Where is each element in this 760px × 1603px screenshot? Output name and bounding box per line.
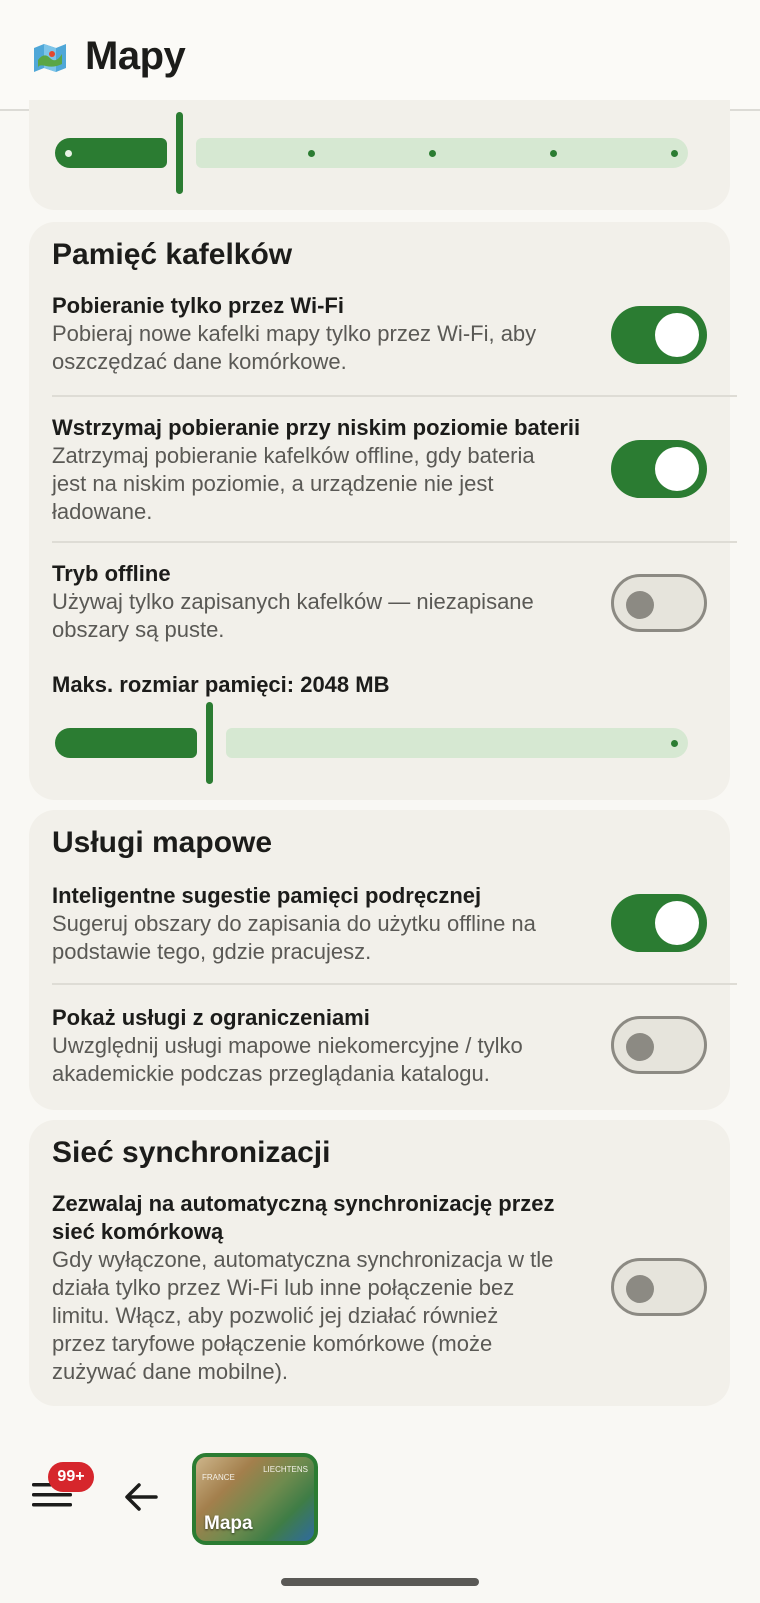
bottom-bar <box>0 1410 760 1603</box>
divider <box>52 395 737 397</box>
offline-mode-desc-2: obszary są puste. <box>52 617 225 642</box>
app-bar: Mapy <box>0 0 760 111</box>
top-slider[interactable] <box>55 112 688 194</box>
divider <box>52 541 737 543</box>
cellular-sync-desc-3: limitu. Włącz, aby pozwolić jej działać … <box>52 1303 499 1328</box>
divider <box>52 983 737 985</box>
section-title-sync-network: Sieć synchronizacji <box>52 1136 331 1169</box>
smart-cache-desc-2: podstawie tego, gdzie pracujesz. <box>52 939 372 964</box>
max-size-slider[interactable] <box>55 702 688 784</box>
map-services-card: Usługi mapowe Inteligentne sugestie pami… <box>29 810 737 1110</box>
offline-mode-switch[interactable] <box>611 574 707 632</box>
low-battery-desc-2: jest na niskim poziomie, a urządzenie ni… <box>52 471 494 496</box>
wifi-only-switch[interactable] <box>611 306 707 364</box>
low-battery-desc-1: Zatrzymaj pobieranie kafelków offline, g… <box>52 443 535 468</box>
map-thumb-text-1: FRANCE <box>202 1473 235 1482</box>
cellular-sync-desc-5: zużywać dane mobilne). <box>52 1359 289 1384</box>
cellular-sync-desc-2: działa tylko przez Wi-Fi lub inne połącz… <box>52 1275 515 1300</box>
max-size-label: Maks. rozmiar pamięci: 2048 MB <box>52 672 390 697</box>
sync-network-card: Sieć synchronizacji Zezwalaj na automaty… <box>29 1120 730 1406</box>
map-thumb-text-2: LIECHTENS <box>263 1465 308 1474</box>
section-title-tile-cache: Pamięć kafelków <box>52 238 293 271</box>
arrow-left-icon[interactable] <box>124 1482 158 1512</box>
smart-cache-switch[interactable] <box>611 894 707 952</box>
top-settings-card <box>29 100 730 210</box>
cellular-sync-desc-4: przez taryfowe połączenie komórkowe (moż… <box>52 1331 493 1356</box>
cellular-sync-title-1: Zezwalaj na automatyczną synchronizację … <box>52 1191 555 1216</box>
offline-mode-title: Tryb offline <box>52 561 171 586</box>
map-icon <box>34 44 66 72</box>
top-slider-thumb[interactable] <box>176 112 183 194</box>
wifi-only-desc-2: oszczędzać dane komórkowe. <box>52 349 347 374</box>
section-title-map-services: Usługi mapowe <box>52 826 273 859</box>
map-thumb-label: Mapa <box>204 1513 253 1534</box>
home-indicator[interactable] <box>281 1578 479 1586</box>
cellular-sync-desc-1: Gdy wyłączone, automatyczna synchronizac… <box>52 1247 554 1272</box>
low-battery-title: Wstrzymaj pobieranie przy niskim poziomi… <box>52 415 581 440</box>
restricted-services-desc-2: akademickie podczas przeglądania katalog… <box>52 1061 490 1086</box>
restricted-services-desc-1: Uwzględnij usługi mapowe niekomercyjne /… <box>52 1033 523 1058</box>
map-thumbnail-button[interactable]: FRANCE LIECHTENS Mapa <box>192 1453 318 1545</box>
notification-badge: 99+ <box>48 1462 94 1492</box>
offline-mode-desc-1: Używaj tylko zapisanych kafelków — nieza… <box>52 589 534 614</box>
restricted-services-title: Pokaż usługi z ograniczeniami <box>52 1005 370 1030</box>
cellular-sync-switch[interactable] <box>611 1258 707 1316</box>
low-battery-desc-3: ładowane. <box>52 499 153 524</box>
smart-cache-desc-1: Sugeruj obszary do zapisania do użytku o… <box>52 911 536 936</box>
cellular-sync-title-2: sieć komórkową <box>52 1219 224 1244</box>
page-title: Mapy <box>85 34 186 78</box>
wifi-only-title: Pobieranie tylko przez Wi-Fi <box>52 293 344 318</box>
smart-cache-title: Inteligentne sugestie pamięci podręcznej <box>52 883 482 908</box>
wifi-only-desc-1: Pobieraj nowe kafelki mapy tylko przez W… <box>52 321 537 346</box>
max-size-slider-thumb[interactable] <box>206 702 213 784</box>
low-battery-switch[interactable] <box>611 440 707 498</box>
tile-cache-card: Pamięć kafelków Pobieranie tylko przez W… <box>29 222 737 800</box>
restricted-services-switch[interactable] <box>611 1016 707 1074</box>
